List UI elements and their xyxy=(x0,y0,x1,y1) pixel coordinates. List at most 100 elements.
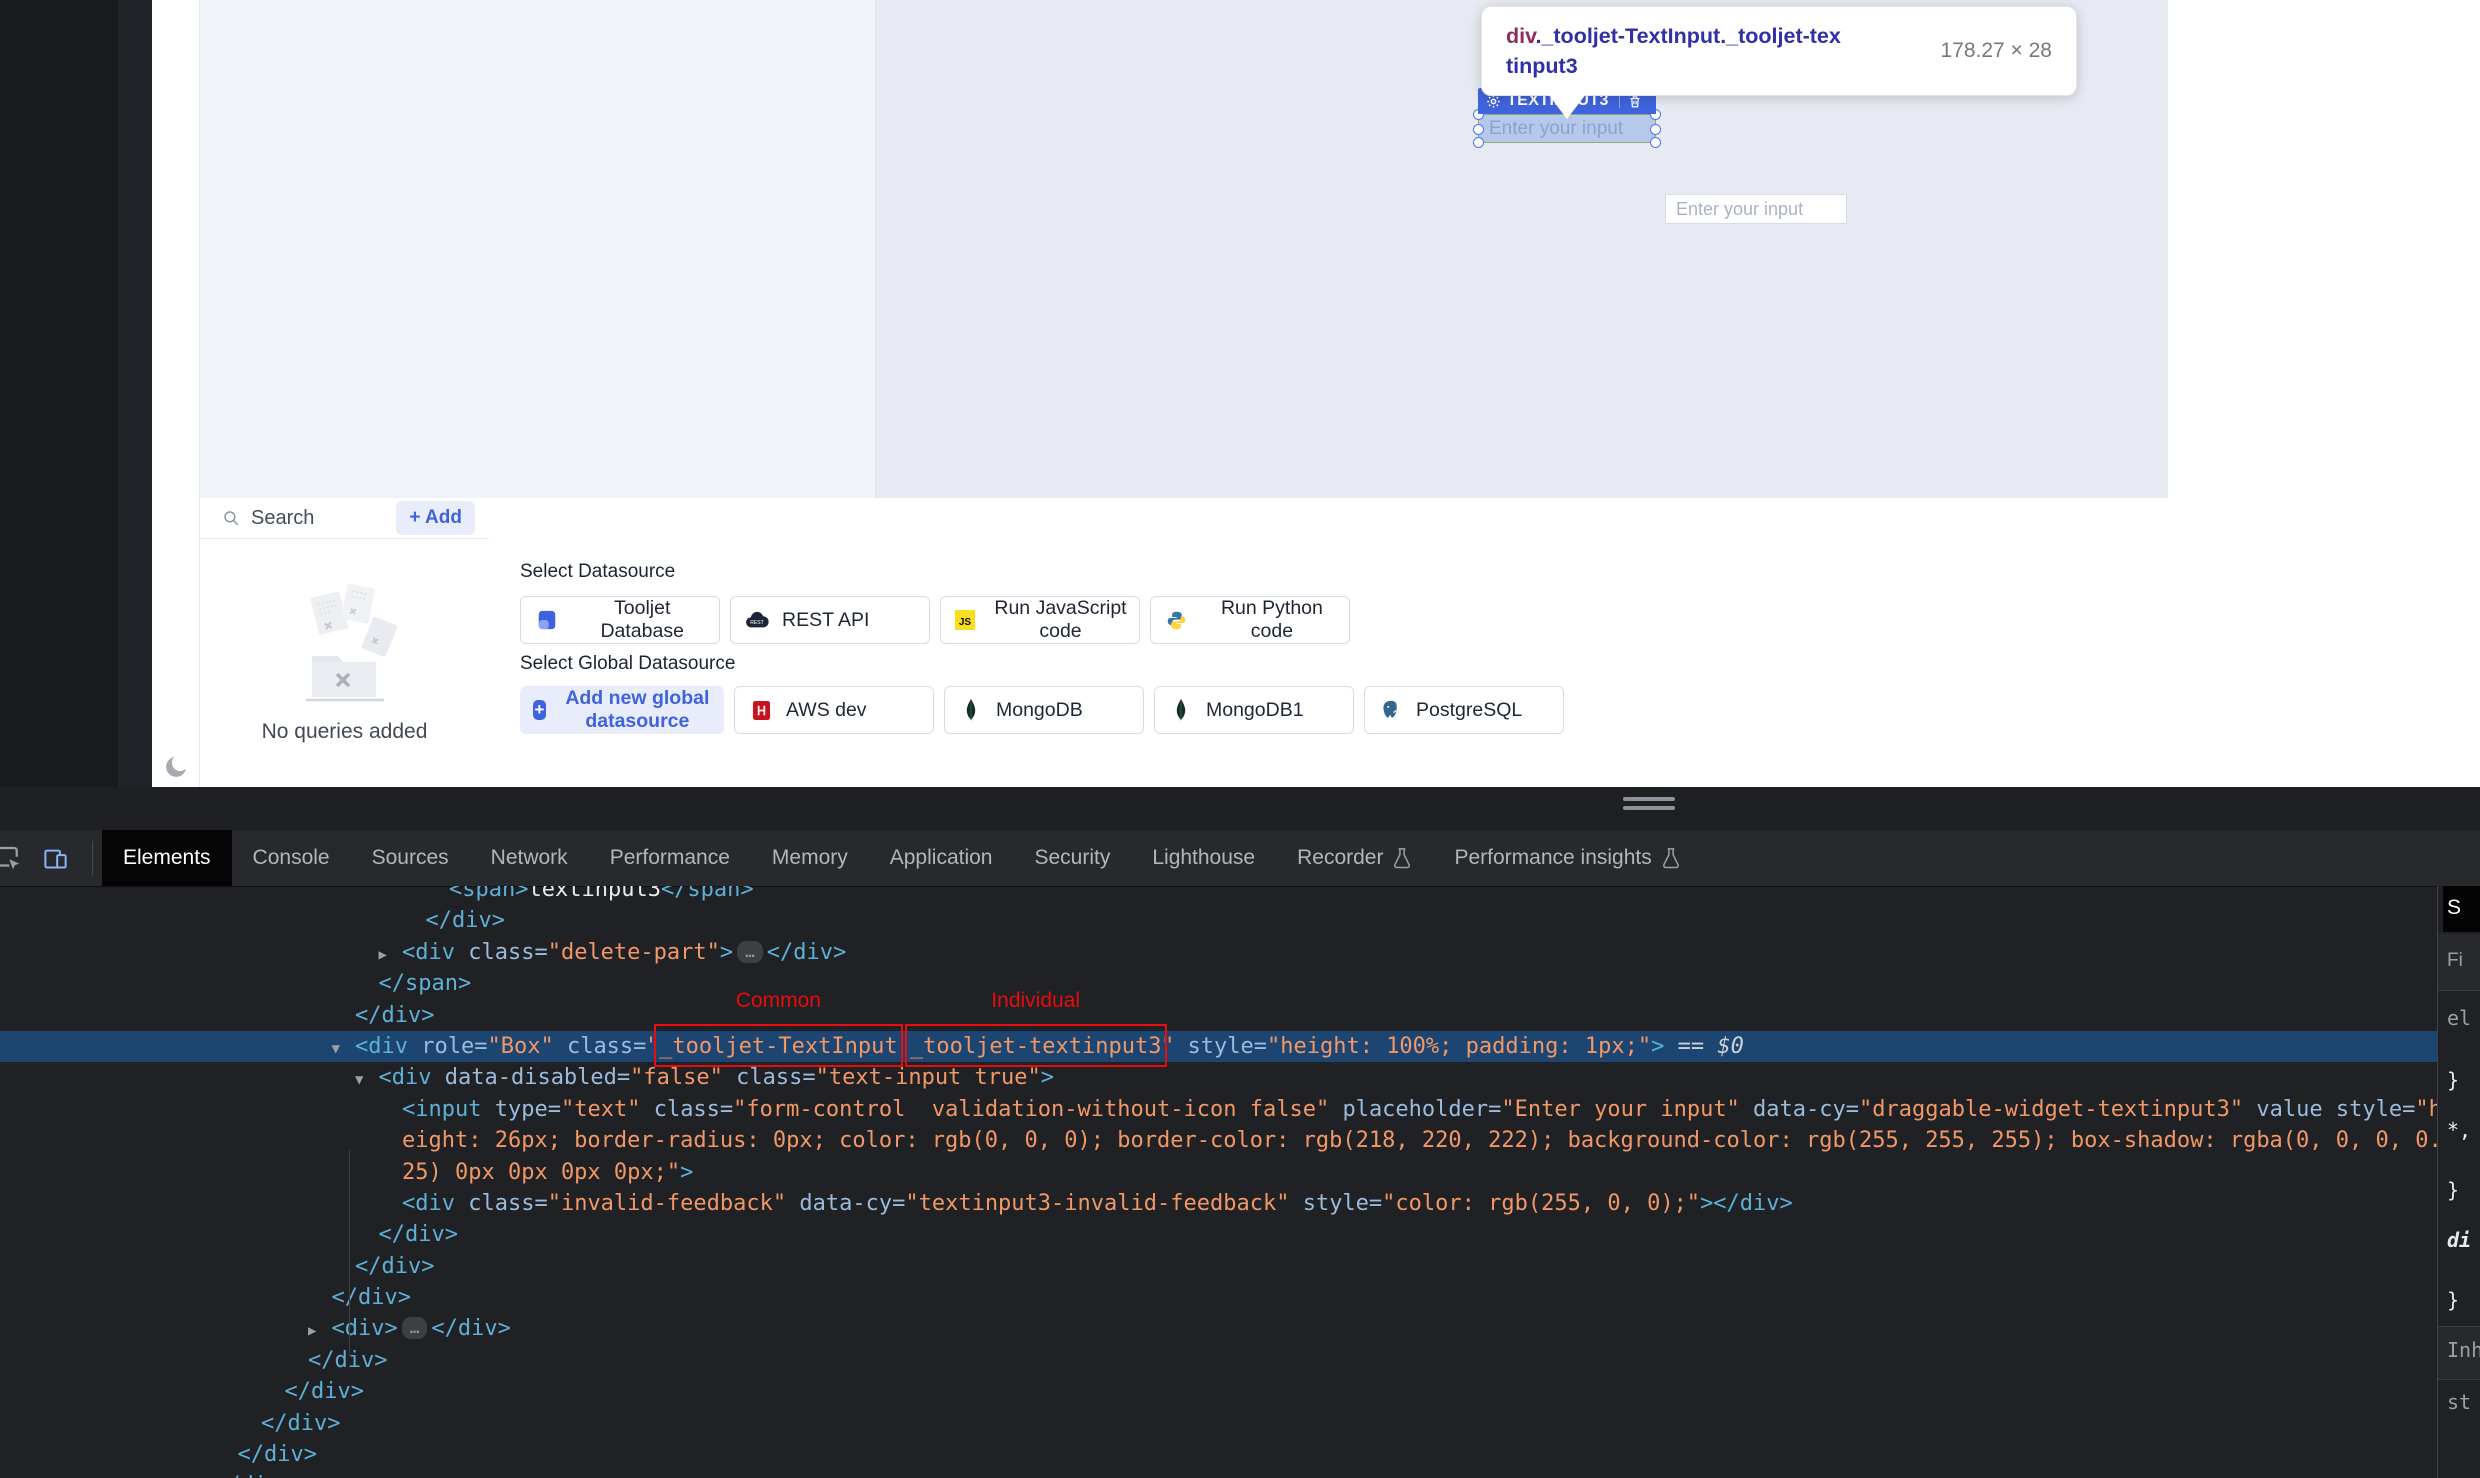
code-line[interactable]: ▶ <div class="delete-part">… </div> xyxy=(0,937,2437,968)
code-line[interactable]: </div> xyxy=(0,1345,2437,1376)
drag-handle xyxy=(1623,806,1675,810)
code-token: </div> xyxy=(425,908,505,934)
datasource-rest-api[interactable]: REST REST API xyxy=(730,596,930,644)
code-line[interactable]: </div> xyxy=(0,1376,2437,1407)
rest-api-icon: REST xyxy=(745,611,769,629)
code-line[interactable]: </div> xyxy=(0,1282,2437,1313)
code-line[interactable]: </div> xyxy=(0,1408,2437,1439)
select-datasource-label: Select Datasource xyxy=(520,561,676,582)
code-line[interactable]: ▼ <div data-disabled="false" class="text-… xyxy=(0,1062,2437,1093)
code-token: data-cy= xyxy=(1739,1096,1860,1122)
code-token: </div> xyxy=(766,939,847,965)
resize-handle-sw[interactable] xyxy=(1473,137,1484,148)
code-line[interactable]: </span> xyxy=(0,968,2437,999)
tab-security[interactable]: Security xyxy=(1013,830,1131,886)
query-search-input[interactable]: Search xyxy=(222,507,396,530)
code-token: class= xyxy=(454,1190,548,1216)
expand-arrow-icon[interactable]: ▶ xyxy=(308,1316,332,1347)
collapse-arrow-icon[interactable]: ▼ xyxy=(332,1034,356,1065)
postgresql-icon xyxy=(1379,699,1403,721)
tab-lighthouse[interactable]: Lighthouse xyxy=(1131,830,1276,886)
resize-handle-se[interactable] xyxy=(1650,137,1661,148)
styles-sidebar-text: Fi xyxy=(2447,950,2463,971)
devtools-resize-divider[interactable] xyxy=(0,787,2480,832)
datasource-mongodb1[interactable]: MongoDB1 xyxy=(1154,686,1354,734)
tab-memory[interactable]: Memory xyxy=(751,830,869,886)
datasource-label: AWS dev xyxy=(786,698,867,721)
empty-queries-illustration xyxy=(305,583,397,701)
datasource-label: MongoDB xyxy=(996,698,1083,721)
tab-console[interactable]: Console xyxy=(232,830,351,886)
mongodb-icon xyxy=(959,699,983,721)
datasource-mongodb[interactable]: MongoDB xyxy=(944,686,1144,734)
tab-label: Memory xyxy=(771,846,848,869)
code-line[interactable]: </div> xyxy=(0,1219,2437,1250)
tab-application[interactable]: Application xyxy=(869,830,1014,886)
select-global-datasource-label: Select Global Datasource xyxy=(520,653,736,674)
resize-handle-w[interactable] xyxy=(1473,124,1484,135)
code-line[interactable]: 25) 0px 0px 0px 0px;"> xyxy=(0,1157,2437,1188)
code-token: <div xyxy=(378,1065,432,1091)
tab-elements[interactable]: Elements xyxy=(102,830,232,886)
code-token: <div xyxy=(355,1033,408,1059)
code-line[interactable]: <div class="invalid-feedback" data-cy="t… xyxy=(0,1188,2437,1219)
code-token: </div> xyxy=(214,1473,293,1478)
code-line[interactable]: </div> xyxy=(0,905,2437,936)
code-token: "color: rgb(255, 0, 0);" xyxy=(1382,1190,1701,1216)
add-global-datasource-button[interactable]: + Add new global datasource xyxy=(520,686,724,734)
datasource-run-javascript-code[interactable]: JS Run JavaScript code xyxy=(940,596,1140,644)
datasource-postgresql[interactable]: PostgreSQL xyxy=(1364,686,1564,734)
collapsed-content-ellipsis[interactable]: … xyxy=(401,1317,428,1340)
code-token: style= xyxy=(1174,1033,1267,1059)
code-token: "text" xyxy=(560,1096,641,1122)
datasource-run-python-code[interactable]: Run Python code xyxy=(1150,596,1350,644)
expand-arrow-icon[interactable]: ▶ xyxy=(379,940,403,971)
elements-code: <span>textinput3</span> </div> ▶ <div class… xyxy=(0,886,2437,1478)
code-token: "delete-part" xyxy=(547,939,720,965)
code-line[interactable]: </div> xyxy=(0,1439,2437,1470)
app-toolbar-strip xyxy=(152,0,200,787)
styles-sidebar-text: Inh xyxy=(2447,1338,2480,1362)
tab-network[interactable]: Network xyxy=(470,830,589,886)
tooljet-editor: TEXTINPUT3 Enter your input Enter your i… xyxy=(0,0,2480,787)
code-line[interactable]: </div> xyxy=(0,1251,2437,1282)
code-token: type= xyxy=(481,1096,561,1122)
tab-recorder[interactable]: Recorder xyxy=(1276,830,1433,886)
resize-handle-e[interactable] xyxy=(1650,124,1661,135)
code-token: <div xyxy=(402,1190,455,1216)
collapse-arrow-icon[interactable]: ▼ xyxy=(355,1065,379,1096)
code-line[interactable]: <input type="text" class="form-control v… xyxy=(0,1094,2437,1125)
code-token: "text-input true" xyxy=(815,1065,1041,1091)
collapsed-content-ellipsis[interactable]: … xyxy=(737,940,763,963)
canvas-right-panel xyxy=(2168,0,2480,498)
svg-text:REST: REST xyxy=(750,620,764,626)
datasource-tooljet-database[interactable]: Tooljet Database xyxy=(520,596,720,644)
dark-mode-toggle[interactable] xyxy=(162,753,190,781)
datasource-label: Tooljet Database xyxy=(600,597,684,642)
tooltip-selector: div._tooljet-TextInput._tooljet-tex tinp… xyxy=(1506,24,1841,78)
code-token: </div> xyxy=(308,1347,388,1373)
flask-icon xyxy=(1662,848,1679,869)
code-line[interactable]: </div> xyxy=(0,1000,2437,1031)
inspect-element-icon[interactable] xyxy=(0,843,23,878)
code-line[interactable]: <span>textinput3</span> xyxy=(0,886,2437,905)
code-token: "h xyxy=(2415,1096,2437,1122)
code-token: "textinput3-invalid-feedback" xyxy=(905,1190,1290,1216)
datasource-picker: Select Datasource Tooljet Database REST RE… xyxy=(489,498,2480,787)
device-toolbar-icon[interactable] xyxy=(42,845,69,877)
add-query-button[interactable]: + Add xyxy=(396,501,475,535)
empty-state-text: No queries added xyxy=(261,719,428,743)
tab-performance[interactable]: Performance xyxy=(589,830,751,886)
tab-performance-insights[interactable]: Performance insights xyxy=(1433,830,1701,886)
code-token: </div> xyxy=(331,1285,411,1311)
code-token: > xyxy=(680,1159,694,1185)
textinput-widget[interactable]: Enter your input xyxy=(1665,194,1847,224)
code-line-selected[interactable]: ▼ <div role="Box" class=" Common _tooljet-T… xyxy=(0,989,2437,1067)
code-line[interactable]: eight: 26px; border-radius: 0px; color: … xyxy=(0,1125,2437,1156)
code-token: class= xyxy=(722,1065,816,1091)
tab-sources[interactable]: Sources xyxy=(351,830,470,886)
code-line[interactable]: </div> xyxy=(0,1470,2437,1478)
code-line[interactable]: ▶ <div>… </div> xyxy=(0,1313,2437,1344)
datasource-aws-dev[interactable]: AWS dev xyxy=(734,686,934,734)
code-token: ></div> xyxy=(1700,1190,1793,1216)
